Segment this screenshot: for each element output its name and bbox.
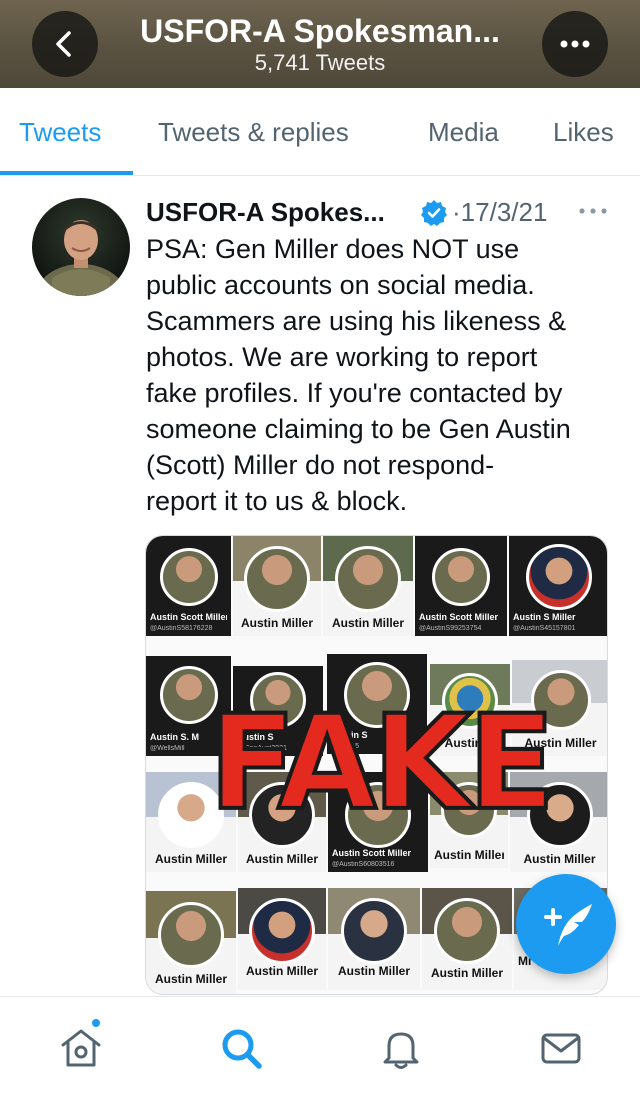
tweet-date[interactable]: ·17/3/21 — [452, 197, 547, 228]
fake-profile-card: Austin Scott Miller @AustinS99253754 — [415, 536, 507, 636]
active-tab-indicator — [0, 171, 133, 175]
avatar-image — [35, 220, 127, 296]
tweet-more-icon[interactable] — [576, 201, 610, 221]
fake-profile-card: Austin Miller — [422, 888, 512, 990]
fake-profile-card: Austin Miller — [233, 536, 321, 636]
fake-profile-card: Austin Miller — [238, 888, 326, 990]
verified-badge-icon — [421, 200, 447, 226]
profile-tabs: Tweets Tweets & replies Media Likes — [0, 88, 640, 176]
tab-likes[interactable]: Likes — [553, 88, 614, 176]
search-icon[interactable] — [218, 1025, 264, 1071]
tweet-header: USFOR-A Spokes... ·17/3/21 — [146, 195, 616, 231]
author-avatar[interactable] — [32, 198, 130, 296]
tweet-date-value: 17/3/21 — [460, 197, 548, 227]
chevron-left-icon — [56, 31, 71, 57]
tweet-count: 5,741 Tweets — [254, 50, 386, 75]
fake-profile-card: Austin Miller — [328, 888, 420, 990]
profile-title: USFOR-A Spokesman... — [140, 13, 500, 49]
home-icon[interactable] — [58, 1025, 104, 1071]
messages-envelope-icon[interactable] — [538, 1025, 584, 1071]
tweet-text: PSA: Gen Miller does NOT use public acco… — [146, 234, 571, 516]
notifications-bell-icon[interactable] — [378, 1025, 424, 1071]
tab-tweets[interactable]: Tweets — [19, 88, 101, 176]
profile-header: USFOR-A Spokesman... 5,741 Tweets — [0, 0, 640, 88]
bottom-navigation — [0, 996, 640, 1096]
home-new-indicator — [90, 1017, 102, 1029]
fake-profile-card: Austin Scott Miller @AustinS58176228 — [146, 536, 231, 636]
tab-tweets-and-replies[interactable]: Tweets & replies — [158, 88, 349, 176]
tab-media[interactable]: Media — [428, 88, 499, 176]
tweet-separator: · — [452, 197, 461, 227]
back-button[interactable] — [32, 11, 98, 77]
compose-tweet-button[interactable] — [516, 874, 616, 974]
fake-profile-card: Austin S Miller @AustinS45157801 — [509, 536, 607, 636]
compose-tweet-icon — [544, 904, 592, 946]
more-horizontal-icon — [560, 40, 590, 48]
fake-stamp: FAKE — [207, 687, 557, 840]
tweet-author-name[interactable]: USFOR-A Spokes... — [146, 197, 385, 228]
fake-profile-card: Austin Miller — [146, 891, 236, 994]
more-options-button[interactable] — [542, 11, 608, 77]
fake-profile-card: Austin Miller — [323, 536, 413, 636]
